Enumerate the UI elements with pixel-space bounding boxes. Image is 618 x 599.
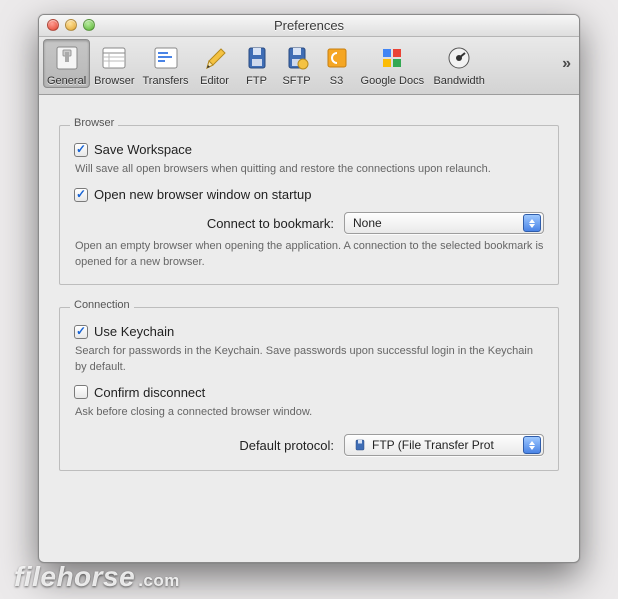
connect-bookmark-value: None [353,216,519,230]
tab-google-docs[interactable]: Google Docs [357,39,429,88]
watermark: filehorse.com [14,561,180,593]
connect-bookmark-popup[interactable]: None [344,212,544,234]
tab-label: SFTP [282,75,310,87]
popup-arrows-icon [523,214,541,232]
browser-group: Browser Save Workspace Will save all ope… [59,125,559,285]
use-keychain-help: Search for passwords in the Keychain. Sa… [75,344,544,375]
tab-label: Transfers [142,75,188,87]
use-keychain-label: Use Keychain [94,324,174,339]
confirm-disconnect-help: Ask before closing a connected browser w… [75,405,544,420]
tab-label: Google Docs [361,75,425,87]
tab-label: S3 [330,75,343,87]
browser-icon [98,42,130,74]
tab-s3[interactable]: S3 [317,39,357,88]
gauge-icon [443,42,475,74]
default-protocol-popup[interactable]: FTP (File Transfer Prot [344,434,544,456]
tab-editor[interactable]: Editor [193,39,237,88]
titlebar[interactable]: Preferences [39,15,579,37]
tab-general[interactable]: General [43,39,90,88]
tab-label: General [47,75,86,87]
confirm-disconnect-checkbox[interactable] [74,385,88,399]
disk-icon [241,42,273,74]
connection-group: Connection Use Keychain Search for passw… [59,307,559,471]
tab-ftp[interactable]: FTP [237,39,277,88]
default-protocol-label: Default protocol: [74,438,334,453]
minimize-button[interactable] [65,19,77,31]
zoom-button[interactable] [83,19,95,31]
disk-lock-icon [281,42,313,74]
close-button[interactable] [47,19,59,31]
watermark-suffix: .com [138,571,180,590]
save-workspace-help: Will save all open browsers when quittin… [75,162,544,177]
tab-label: Editor [200,75,229,87]
google-icon [376,42,408,74]
pencil-icon [199,42,231,74]
toolbar-overflow[interactable]: » [562,55,571,73]
preferences-window: Preferences General [38,14,580,563]
tab-browser[interactable]: Browser [90,39,138,88]
tab-bandwidth[interactable]: Bandwidth [428,39,490,88]
group-title: Connection [70,299,134,311]
transfers-icon [150,42,182,74]
use-keychain-checkbox[interactable] [74,325,88,339]
content-area: Browser Save Workspace Will save all ope… [39,95,579,491]
group-title: Browser [70,117,118,129]
tab-label: Bandwidth [433,75,484,87]
save-workspace-checkbox[interactable] [74,143,88,157]
save-workspace-label: Save Workspace [94,142,192,157]
connect-bookmark-help: Open an empty browser when opening the a… [75,239,544,270]
watermark-brand: filehorse [14,561,135,592]
preferences-toolbar: General Browser [39,37,579,95]
traffic-lights [47,19,95,31]
tab-sftp[interactable]: SFTP [277,39,317,88]
default-protocol-value: FTP (File Transfer Prot [353,438,519,452]
confirm-disconnect-label: Confirm disconnect [94,385,205,400]
open-new-browser-label: Open new browser window on startup [94,187,312,202]
tab-label: Browser [94,75,134,87]
disk-icon [353,438,367,452]
switch-icon [51,42,83,74]
connect-bookmark-label: Connect to bookmark: [74,216,334,231]
popup-arrows-icon [523,436,541,454]
tab-label: FTP [246,75,267,87]
s3-icon [321,42,353,74]
default-protocol-text: FTP (File Transfer Prot [372,438,494,452]
tab-transfers[interactable]: Transfers [138,39,192,88]
open-new-browser-checkbox[interactable] [74,188,88,202]
window-title: Preferences [274,18,344,33]
